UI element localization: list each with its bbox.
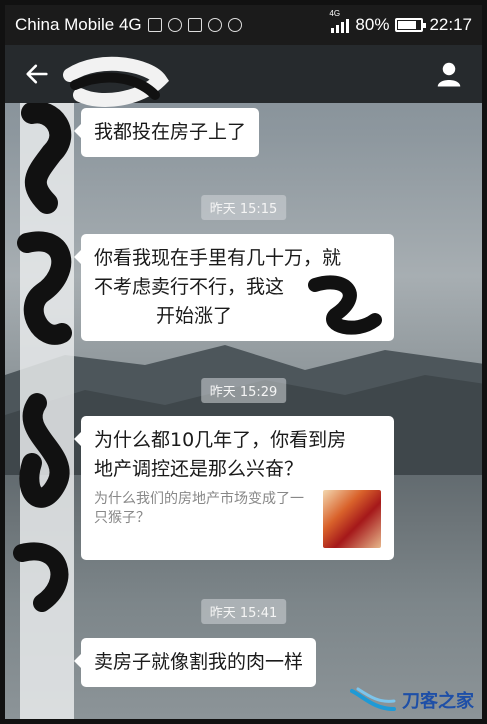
message-bubble: 我都投在房子上了 [73, 108, 260, 157]
keyboard-icon [187, 18, 202, 32]
clock: 22:17 [429, 15, 472, 34]
notification-icon [227, 18, 242, 32]
back-arrow-icon[interactable] [23, 60, 51, 88]
battery-percent: 80% [355, 15, 390, 34]
link-preview-description: 为什么我们的房地产市场变成了一只猴子？ [94, 491, 304, 526]
carrier-label: China Mobile 4G [15, 15, 142, 34]
message-text-line: 为什么都10几年了，你看到房 [94, 429, 347, 451]
redacted-avatar-scribble [13, 103, 74, 719]
redaction-scribble [308, 275, 382, 335]
person-icon[interactable] [434, 59, 464, 89]
message-bubble: 卖房子就像割我的肉一样 [73, 638, 317, 687]
weibo-icon [167, 18, 182, 32]
link-card-message[interactable]: 为什么都10几年了，你看到房 地产调控还是那么兴奋？ 为什么我们的房地产市场变成… [74, 416, 394, 560]
message-text: 卖房子就像割我的肉一样 [94, 651, 304, 673]
site-watermark: 刀客之家 [350, 687, 474, 713]
timestamp: 昨天 15:29 [200, 378, 287, 403]
message-text: 我都投在房子上了 [94, 121, 247, 143]
message-text-line: 地产调控还是那么兴奋？ [94, 458, 304, 480]
watermark-text: 刀客之家 [402, 691, 474, 712]
timestamp: 昨天 15:15 [200, 195, 287, 220]
sim-icon [147, 18, 162, 32]
redaction-scribble [63, 56, 170, 107]
chat-screen: China Mobile 4G 4G 80% 22:17 我都投在房子上了 昨天… [0, 0, 487, 724]
link-preview: 为什么我们的房地产市场变成了一只猴子？ [94, 490, 381, 548]
signal-icon: 4G [329, 9, 350, 33]
lock-icon [207, 18, 222, 32]
battery-icon [395, 18, 427, 32]
status-bar: China Mobile 4G 4G 80% 22:17 [5, 5, 482, 45]
link-thumbnail-image [323, 490, 381, 548]
watermark-logo-icon [350, 687, 396, 711]
timestamp: 昨天 15:41 [200, 599, 287, 624]
